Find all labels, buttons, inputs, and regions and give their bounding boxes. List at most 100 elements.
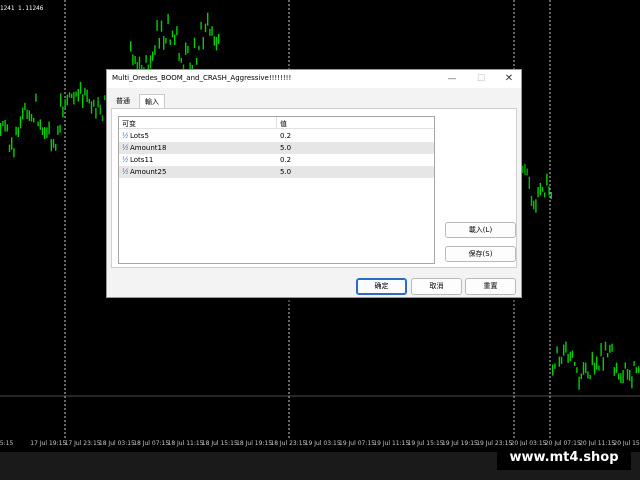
table-row[interactable]: ½Amount18 5.0 [119,142,434,154]
column-header-value[interactable]: 值 [280,119,287,129]
candle [626,368,629,380]
candle [591,351,593,366]
tab-general[interactable]: 普通 [111,94,135,108]
candle [635,367,637,374]
candle [71,93,73,98]
variable-value[interactable]: 5.0 [280,144,291,152]
candle [578,376,580,390]
minimize-icon[interactable]: — [438,70,466,88]
candle [6,124,8,132]
candle [576,367,578,373]
candle [2,121,4,126]
time-label: 19 Jul 15:15 [407,440,444,447]
column-divider[interactable] [276,117,277,129]
candle [569,351,571,362]
candle [180,57,182,63]
candle [548,186,550,196]
candle [633,361,635,366]
candle [169,39,171,45]
candle [558,356,560,367]
candle [24,102,26,111]
expert-properties-dialog: Multi_Oredes_BOOM_and_CRASH_Aggressive!!… [106,69,522,298]
candle [550,192,552,200]
candle [613,367,615,376]
candle [88,98,90,104]
candle [86,89,88,102]
variable-value[interactable]: 0.2 [280,156,291,164]
candle [138,56,141,70]
maximize-icon[interactable]: ☐ [467,70,495,88]
candle [52,139,55,148]
candle [607,353,609,358]
candle [33,117,35,123]
time-label: 18 Jul 03:15 [98,440,135,447]
candle [93,99,95,107]
ok-button[interactable]: 确定 [356,278,407,295]
candle [22,107,24,120]
candle [163,36,165,50]
table-row[interactable]: ½Amount25 5.0 [119,166,434,178]
candle [533,200,535,210]
candle [209,28,211,36]
candle [97,97,99,108]
candle [8,144,11,152]
candle [537,186,539,198]
close-icon[interactable]: ✕ [495,70,523,88]
candle [200,21,202,30]
candle [565,341,567,353]
candle [77,89,79,102]
inputs-table: 可变 值 ½Lots5 0.2 ½Amount18 5.0 ½Lots11 0.… [118,116,435,264]
dialog-titlebar[interactable]: Multi_Oredes_BOOM_and_CRASH_Aggressive!!… [107,70,521,88]
candle [75,91,77,97]
candle [28,110,30,121]
cancel-button[interactable]: 取消 [411,278,462,295]
candle [528,176,530,189]
candle [185,42,187,55]
candle [574,361,576,366]
candle [167,13,169,25]
variable-value[interactable]: 5.0 [280,168,291,176]
reset-button[interactable]: 重置 [465,278,516,295]
candle [202,37,204,50]
time-label: 15:15 [0,440,14,447]
candle [554,363,556,369]
variable-name: Lots11 [130,156,154,164]
time-label: 19 Jul 19:15 [441,440,478,447]
load-button[interactable]: 載入(L) [445,222,516,238]
candle [552,364,554,376]
candle [44,127,46,139]
candle [580,373,582,380]
candle [524,163,526,175]
candle [99,104,101,115]
candle [84,87,86,96]
candle [193,37,196,48]
tab-inputs[interactable]: 輸入 [139,94,165,109]
candle [204,23,207,33]
candle [59,124,61,133]
table-row[interactable]: ½Lots5 0.2 [119,130,434,142]
candle [620,373,622,383]
column-header-variable[interactable]: 可变 [122,119,136,129]
candle [39,119,41,130]
candle [587,371,589,379]
candle [567,353,569,363]
candle [11,137,13,150]
candle [609,344,611,353]
candle [134,56,136,64]
candle [563,344,565,356]
candle [41,127,44,135]
candle [618,373,620,380]
candle [48,121,50,135]
candle [13,148,15,158]
time-label: 18 Jul 23:15 [270,440,307,447]
candle [198,45,200,51]
save-button[interactable]: 保存(S) [445,246,516,262]
candle [598,365,600,371]
candle [95,108,97,119]
variable-name: Amount25 [130,168,167,176]
double-type-icon: ½ [122,168,129,176]
table-row[interactable]: ½Lots11 0.2 [119,154,434,166]
inputs-panel: 可变 值 ½Lots5 0.2 ½Amount18 5.0 ½Lots11 0.… [111,108,517,268]
variable-value[interactable]: 0.2 [280,132,291,140]
candle [132,54,134,66]
